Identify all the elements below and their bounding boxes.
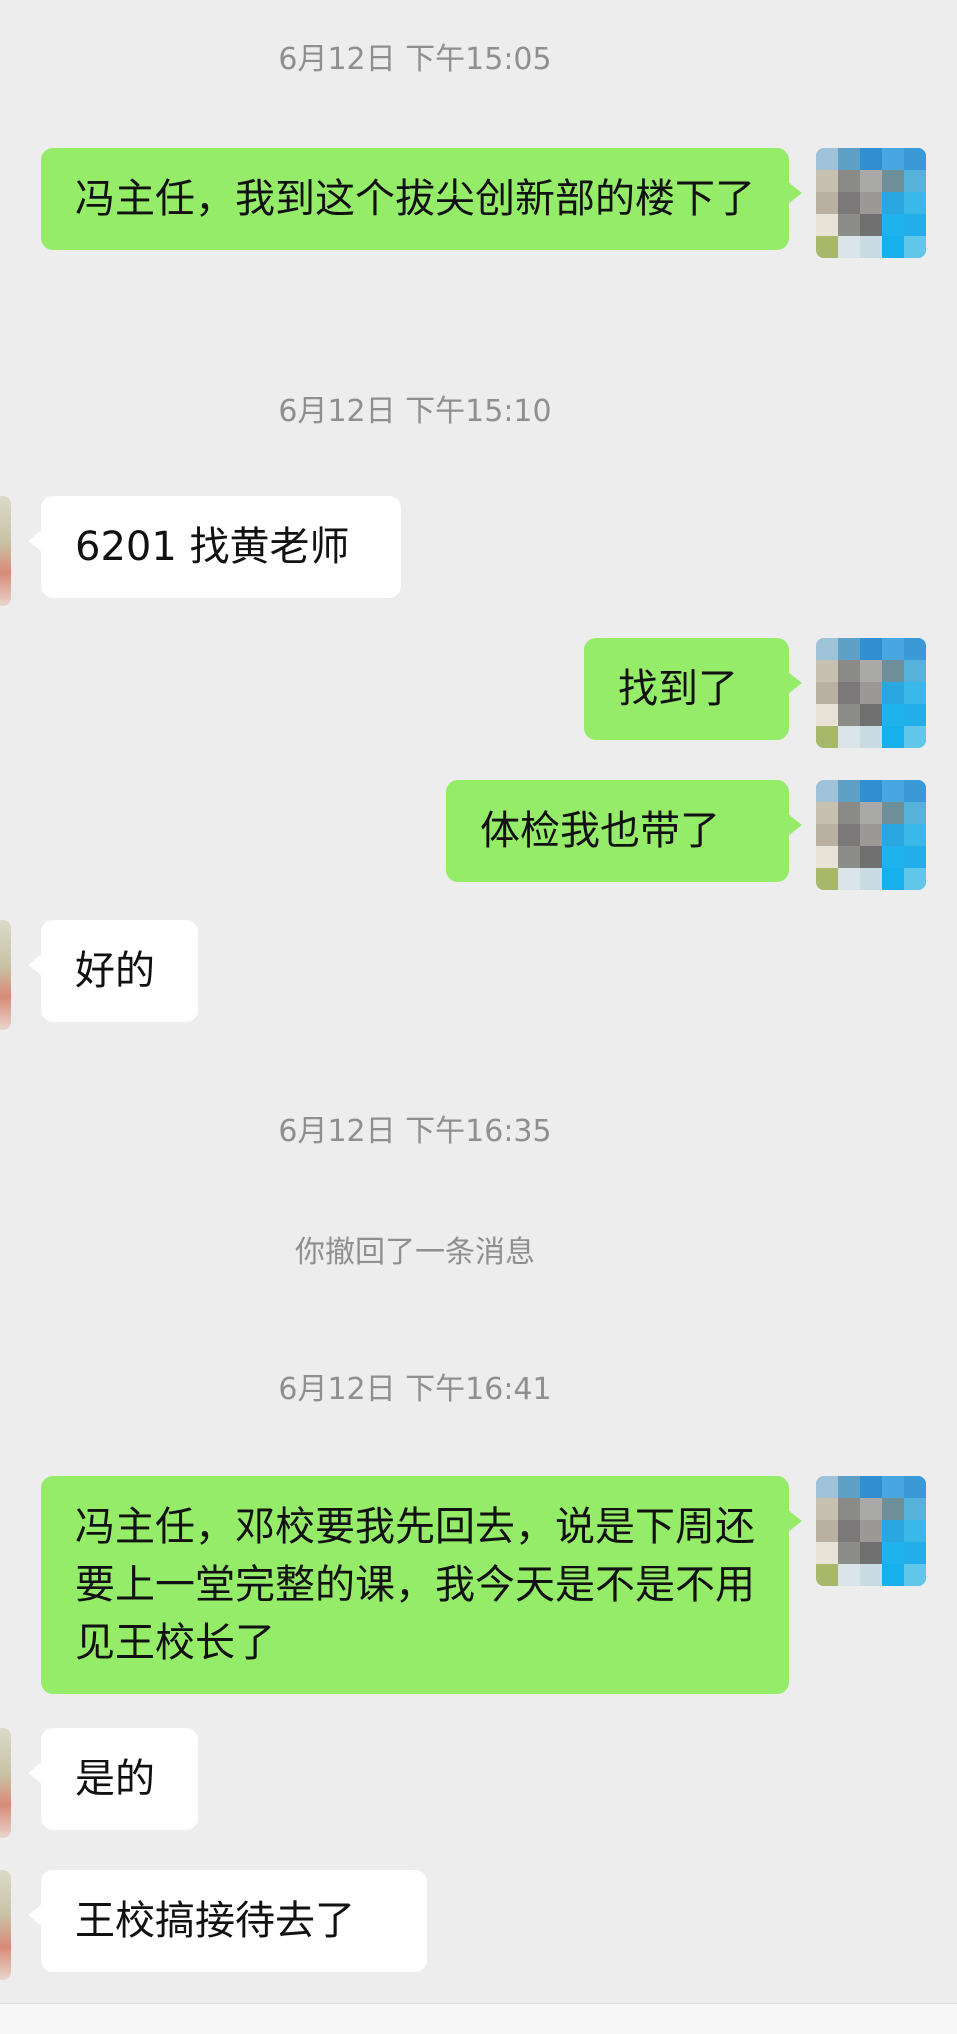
my-avatar[interactable] (816, 148, 926, 258)
outgoing-message-bubble[interactable]: 冯主任，邓校要我先回去，说是下周还要上一堂完整的课，我今天是不是不用见王校长了 (41, 1476, 802, 1694)
contact-avatar[interactable] (0, 1728, 11, 1838)
incoming-message-bubble[interactable]: 王校搞接待去了 (28, 1870, 427, 1972)
input-bar-edge (0, 2003, 957, 2034)
outgoing-message-bubble[interactable]: 体检我也带了 (446, 780, 802, 882)
timestamp: 6月12日 下午15:10 (278, 394, 552, 429)
incoming-message-bubble[interactable]: 是的 (28, 1728, 198, 1830)
recalled-message-notice: 你撤回了一条消息 (295, 1235, 535, 1270)
contact-avatar[interactable] (0, 496, 11, 606)
timestamp: 6月12日 下午16:35 (278, 1114, 552, 1149)
outgoing-message-bubble[interactable]: 找到了 (584, 638, 802, 740)
incoming-message-bubble[interactable]: 好的 (28, 920, 198, 1022)
timestamp: 6月12日 下午16:41 (278, 1372, 552, 1407)
contact-avatar[interactable] (0, 920, 11, 1030)
timestamp: 6月12日 下午15:05 (278, 42, 552, 77)
my-avatar[interactable] (816, 1476, 926, 1586)
contact-avatar[interactable] (0, 1870, 11, 1980)
outgoing-message-bubble[interactable]: 冯主任，我到这个拔尖创新部的楼下了 (41, 148, 802, 250)
incoming-message-bubble[interactable]: 6201 找黄老师 (28, 496, 401, 598)
my-avatar[interactable] (816, 638, 926, 748)
chat-conversation[interactable]: 6月12日 下午15:05 冯主任，我到这个拔尖创新部的楼下了 6月12日 下午… (0, 0, 957, 2034)
my-avatar[interactable] (816, 780, 926, 890)
